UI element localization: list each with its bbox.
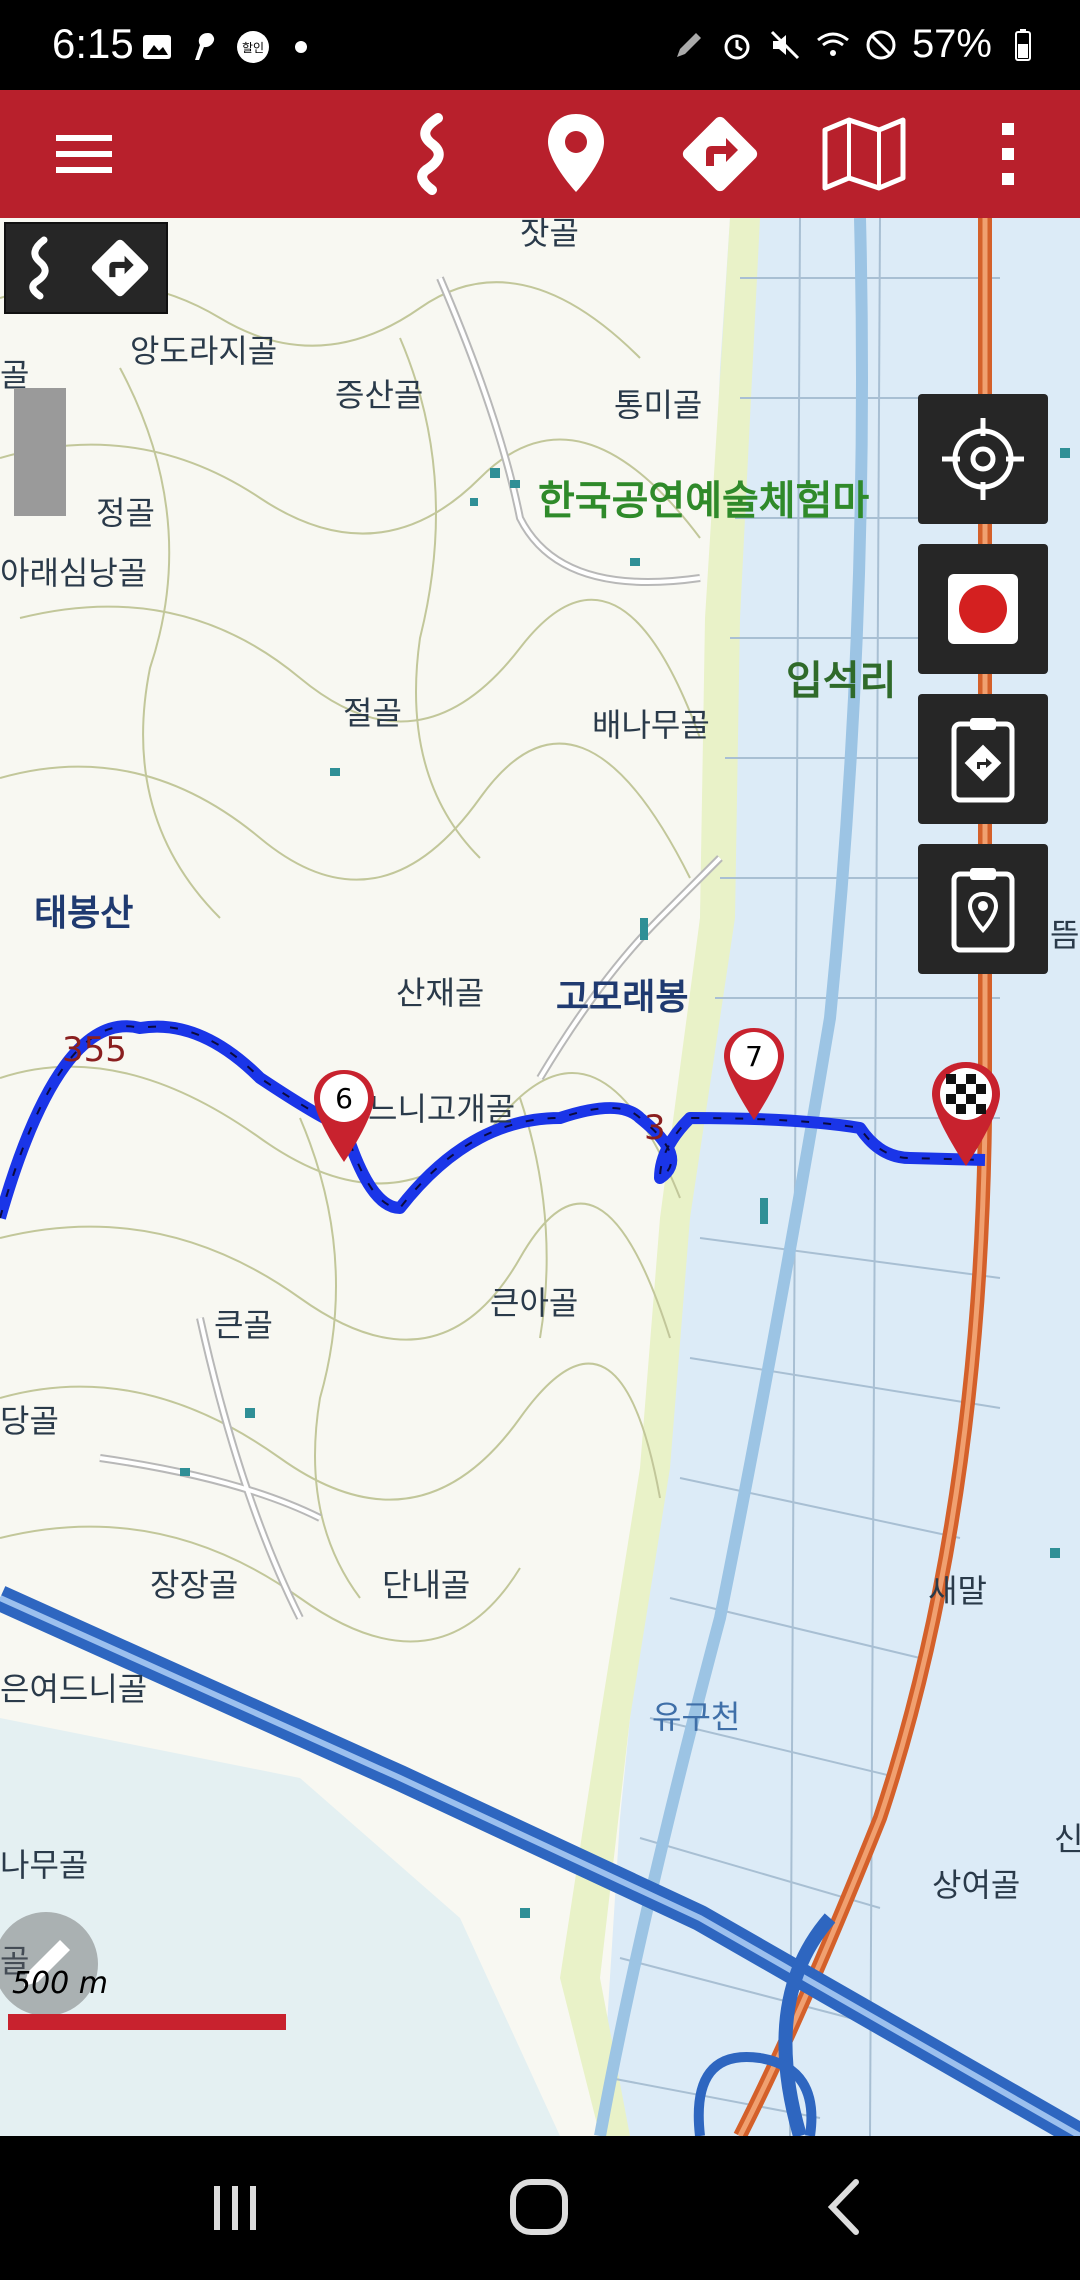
map-label-keungol: 큰골 xyxy=(214,1306,273,1344)
back-icon xyxy=(827,2179,859,2235)
map-label-jeonggol: 정골 xyxy=(96,494,155,532)
more-options-button[interactable] xyxy=(958,104,1058,204)
status-time: 6:15 xyxy=(52,20,134,67)
map-label-namugol: 나무골 xyxy=(0,1846,89,1884)
status-bar: 6:15 할인 57% xyxy=(0,0,1080,90)
wifi-icon xyxy=(817,32,849,56)
map-label-jae: 잣골 xyxy=(520,218,579,252)
pen-icon xyxy=(676,32,701,57)
places-button[interactable] xyxy=(526,104,626,204)
map-label-andorajigol: 앙도라지골 xyxy=(130,332,278,370)
map-label-dannaegol: 단내골 xyxy=(382,1566,471,1604)
map-label-keunagol: 큰아골 xyxy=(490,1284,579,1322)
crosshair-icon xyxy=(942,418,1024,500)
map-label-peak-3: 3 xyxy=(644,1108,666,1148)
finish-marker[interactable] xyxy=(924,1058,1008,1170)
clipboard-directions-icon xyxy=(951,718,1015,803)
map-label-saemal: 새말 xyxy=(928,1572,987,1610)
recent-apps-button[interactable] xyxy=(190,2172,280,2242)
route-icon xyxy=(417,113,444,195)
map-label-eodinigogae: 느니고개골 xyxy=(368,1090,516,1128)
map-label-dangol: 당골 xyxy=(0,1402,59,1440)
locate-me-button[interactable] xyxy=(918,394,1048,524)
discount-badge-text: 할인 xyxy=(242,41,264,55)
menu-button[interactable] xyxy=(34,104,134,204)
map-label-peak-355: 355 xyxy=(62,1030,127,1070)
map-label-sanjaegol: 산재골 xyxy=(396,974,485,1012)
map-label-tongmigol: 통미골 xyxy=(614,386,703,424)
map-label-jangjanggol: 장장골 xyxy=(150,1566,239,1604)
waypoint-marker-7[interactable]: 7 xyxy=(718,1024,790,1124)
waypoint-7-label: 7 xyxy=(745,1040,763,1073)
map-scale-bar xyxy=(8,2014,286,2030)
place-clipboard-button[interactable] xyxy=(918,844,1048,974)
gallery-icon xyxy=(143,35,171,59)
map-label-taebongsan: 태봉산 xyxy=(34,893,134,934)
menu-icon xyxy=(56,135,112,173)
system-nav-bar xyxy=(0,2136,1080,2280)
map-label-euneodeunigol: 은여드니골 xyxy=(0,1670,148,1708)
mute-icon xyxy=(770,30,799,59)
route-clipboard-button[interactable] xyxy=(918,694,1048,824)
maps-button[interactable] xyxy=(814,104,914,204)
status-left-icons: 할인 xyxy=(140,30,318,64)
route-icon[interactable] xyxy=(20,236,60,300)
recents-icon xyxy=(214,2186,256,2230)
alarm-icon xyxy=(724,34,750,59)
waypoint-marker-6[interactable]: 6 xyxy=(308,1066,380,1166)
map-label-ipseokri: 입석리 xyxy=(786,658,897,704)
map-label-museum: 한국공연예술체험마 xyxy=(538,478,870,524)
battery-percent: 57% xyxy=(911,22,992,66)
back-button[interactable] xyxy=(800,2172,890,2242)
map-label-ddeum: 뜸 xyxy=(1050,916,1080,954)
location-sharing-icon xyxy=(195,33,215,60)
place-pin-icon xyxy=(548,114,604,192)
map-label-gomoraebong: 고모래봉 xyxy=(556,977,689,1018)
status-right-icons: 57% xyxy=(672,22,1040,67)
waypoint-pin-icon xyxy=(314,1070,374,1162)
dot-icon xyxy=(295,41,307,53)
side-drawer-handle[interactable] xyxy=(14,388,66,516)
map-label-sangyeogol: 상여골 xyxy=(932,1866,1021,1904)
route-tools-panel xyxy=(4,222,168,314)
map-label-sin: 신 xyxy=(1054,1820,1080,1858)
finish-flag-icon xyxy=(932,1062,1000,1166)
map-label-araesimnanggol: 아래심낭골 xyxy=(0,554,148,592)
directions-button[interactable] xyxy=(670,104,770,204)
waypoint-6-label: 6 xyxy=(335,1082,353,1115)
routes-button[interactable] xyxy=(382,104,482,204)
discount-badge-icon: 할인 xyxy=(237,31,269,63)
home-button[interactable] xyxy=(494,2172,584,2242)
map-scale-label: 500 m xyxy=(12,1966,109,2001)
more-vert-icon xyxy=(1002,123,1014,185)
waypoint-pin-icon xyxy=(724,1028,784,1120)
clipboard-pin-icon xyxy=(951,868,1015,953)
record-track-button[interactable] xyxy=(918,544,1048,674)
battery-icon xyxy=(1015,28,1031,61)
map-label-yugucheon: 유구천 xyxy=(652,1698,741,1736)
map-icon xyxy=(822,117,906,191)
map-label-baenamugol: 배나무골 xyxy=(592,706,710,744)
directions-icon xyxy=(682,116,758,192)
map-label-jeungsangol: 증산골 xyxy=(335,376,424,414)
map-label-jeolgol: 절골 xyxy=(343,694,402,732)
directions-icon[interactable] xyxy=(88,236,152,300)
app-toolbar xyxy=(0,90,1080,218)
record-icon xyxy=(948,574,1018,644)
home-icon xyxy=(510,2179,568,2235)
do-not-disturb-icon xyxy=(866,30,896,59)
